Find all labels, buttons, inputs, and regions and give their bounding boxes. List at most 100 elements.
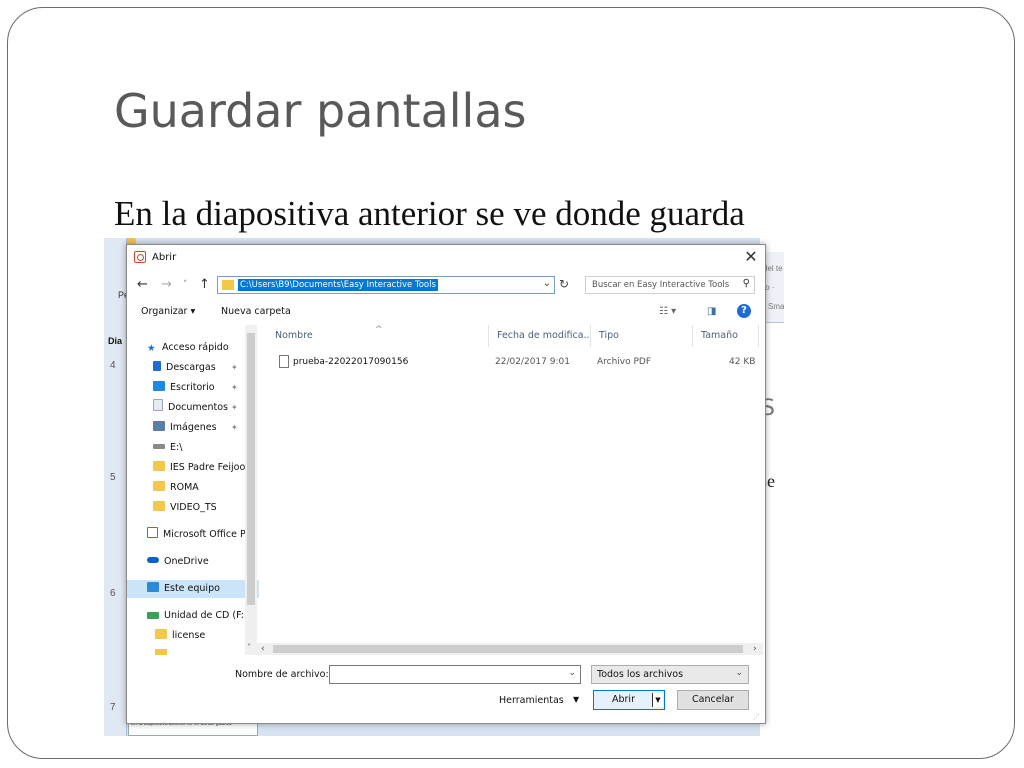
nav-item-folder[interactable]: ROMA [127,479,259,497]
navigation-bar: ← → ˅ ↑ C:\Users\B9\Documents\Easy Inter… [127,273,765,299]
nav-item-images[interactable]: Imágenes ✦ [127,419,259,437]
filter-value: Todos los archivos [597,669,684,680]
sort-caret-icon: ^ [375,325,383,335]
folder-icon [153,501,165,511]
forward-arrow-icon[interactable]: → [161,277,172,293]
open-button[interactable]: Abrir ▼ [593,690,665,710]
nav-item-quick-access[interactable]: ★ Acceso rápido [127,339,259,357]
new-folder-button[interactable]: Nueva carpeta [221,306,291,317]
slide-body-text: En la diapositiva anterior se ve donde g… [114,194,745,233]
folder-icon [155,649,167,655]
column-label: Tipo [599,330,619,341]
nav-item-drive-e[interactable]: E:\ [127,439,259,457]
nav-item-folder[interactable]: license [127,627,259,645]
navigation-pane: ★ Acceso rápido Descargas ✦ Escritorio ✦ Do… [127,325,259,655]
nav-item-label: ... [172,650,181,655]
back-arrow-icon[interactable]: ← [137,277,148,293]
close-button[interactable]: ✕ [741,247,761,267]
horizontal-scrollbar[interactable]: ‹ › [257,643,763,655]
nav-item-label: Microsoft Office P [163,529,246,540]
file-list: Nombre ^ Fecha de modifica... Tipo Tamaño… [267,325,761,655]
organize-button[interactable]: Organizar ▾ [141,306,195,317]
column-header-name[interactable]: Nombre ^ [267,325,489,347]
nav-item-folder[interactable]: VIDEO_TS [127,499,259,517]
nav-item-this-pc[interactable]: Este equipo [127,580,259,598]
folder-icon [222,280,234,290]
pin-icon: ✦ [231,403,238,412]
resize-grip-icon[interactable]: ⋰ [753,713,760,721]
chevron-down-icon[interactable]: ⌄ [543,278,551,289]
cancel-button[interactable]: Cancelar [677,690,749,710]
address-path[interactable]: C:\Users\B9\Documents\Easy Interactive T… [238,279,438,291]
slide-number: 7 [110,702,116,713]
file-type-filter[interactable]: Todos los archivos ⌄ [591,665,749,684]
column-label: Nombre [275,330,313,341]
caret-down-icon[interactable]: ▼ [573,695,579,704]
nav-item-onedrive[interactable]: OneDrive [127,553,259,571]
nav-pane-scrollbar[interactable]: ˅ [245,325,257,655]
nav-item-label: Acceso rápido [162,342,229,353]
pin-icon: ✦ [231,423,238,432]
scroll-left-icon[interactable]: ‹ [261,643,265,655]
filename-input[interactable]: ⌄ [329,665,581,684]
scroll-right-icon[interactable]: › [753,643,757,655]
nav-item-folder[interactable]: ... [127,647,259,655]
nav-item-downloads[interactable]: Descargas ✦ [127,359,259,377]
pin-icon: ✦ [231,383,238,392]
nav-item-folder[interactable]: IES Padre Feijoo [127,459,259,477]
file-type: Archivo PDF [597,357,652,367]
up-arrow-icon[interactable]: ↑ [199,277,210,293]
search-icon[interactable]: ⚲ [743,278,750,289]
nav-item-label: Unidad de CD (F:) [164,610,248,621]
dialog-footer: Nombre de archivo: ⌄ Todos los archivos … [127,657,765,723]
slides-panel: 4 5 6 7 [104,238,127,736]
table-row[interactable]: prueba-22022017090156 22/02/2017 9:01 Ar… [267,353,761,371]
slide-number: 4 [110,360,116,371]
nav-item-label: OneDrive [164,556,209,567]
split-dropdown-icon[interactable]: ▼ [652,693,663,707]
nav-item-label: ROMA [170,482,199,493]
search-input[interactable]: Buscar en Easy Interactive Tools ⚲ [585,276,755,294]
view-options-icon[interactable]: ☷ ▾ [659,306,676,317]
scrollbar-thumb[interactable] [247,333,255,605]
slide-number: 5 [110,472,116,483]
column-label: Fecha de modifica... [497,330,591,341]
search-placeholder: Buscar en Easy Interactive Tools [592,280,730,290]
tools-button[interactable]: Herramientas [499,695,564,706]
folder-icon [155,629,167,639]
recent-locations-icon[interactable]: ˅ [183,277,188,293]
nav-item-desktop[interactable]: Escritorio ✦ [127,379,259,397]
nav-item-documents[interactable]: Documentos ✦ [127,399,259,417]
chevron-down-icon[interactable]: ⌄ [568,668,576,678]
file-date: 22/02/2017 9:01 [495,357,570,367]
preview-pane-icon[interactable]: ◨ [707,306,716,317]
scrollbar-thumb[interactable] [273,645,743,653]
chevron-down-icon[interactable]: ⌄ [735,668,743,678]
folder-icon [153,481,165,491]
nav-item-label: license [172,630,206,641]
ribbon-text: Sma [768,302,784,311]
nav-item-cd-drive[interactable]: Unidad de CD (F:) [127,607,259,625]
nav-item-label: Este equipo [164,583,220,594]
nav-item-office[interactable]: Microsoft Office P [127,526,259,544]
star-icon: ★ [147,343,156,354]
cd-drive-icon [147,612,159,619]
column-label: Tamaño [701,330,738,341]
slide-number: 6 [110,588,116,599]
column-header-size[interactable]: Tamaño [693,325,759,347]
open-file-dialog: Abrir ✕ ← → ˅ ↑ C:\Users\B9\Documents\Ea… [126,244,766,724]
pin-icon: ✦ [231,363,238,372]
help-icon[interactable]: ? [737,304,751,318]
office-icon [147,527,158,538]
column-header-type[interactable]: Tipo [591,325,693,347]
column-header-date[interactable]: Fecha de modifica... [489,325,591,347]
command-bar: Organizar ▾ Nueva carpeta ☷ ▾ ◨ ? [127,301,765,323]
image-icon [153,421,165,431]
dialog-titlebar[interactable]: Abrir ✕ [127,245,765,271]
dialog-title: Abrir [152,252,177,263]
nav-item-label: E:\ [170,442,183,453]
refresh-icon[interactable]: ↻ [559,277,569,291]
folder-icon [153,461,165,471]
address-bar[interactable]: C:\Users\B9\Documents\Easy Interactive T… [217,276,555,294]
scroll-down-icon[interactable]: ˅ [247,643,251,652]
